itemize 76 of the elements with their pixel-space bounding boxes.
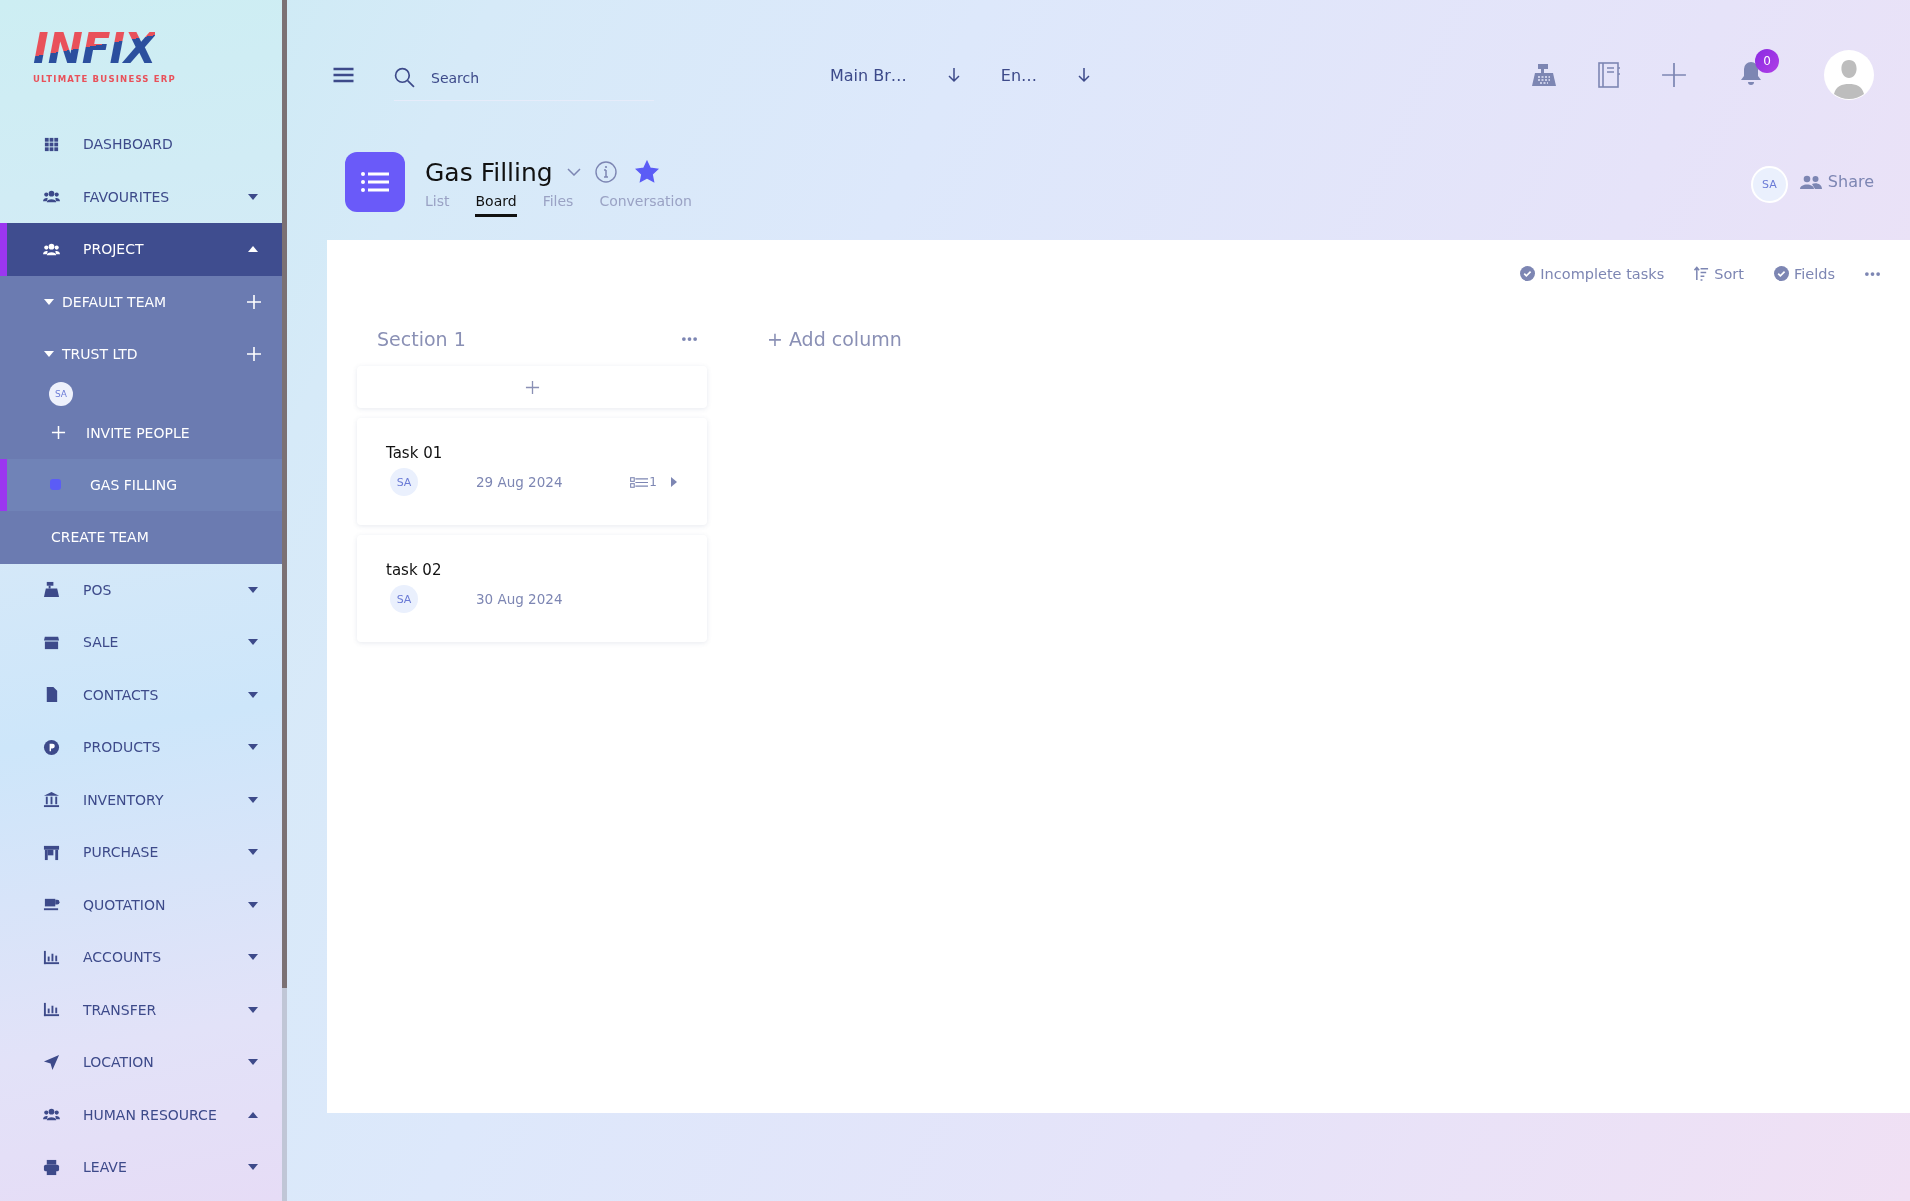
task-card[interactable]: Task 01 SA 29 Aug 2024 1 [357, 418, 707, 525]
menu-icon[interactable] [333, 67, 354, 83]
sidebar-item[interactable]: LOCATION [0, 1036, 282, 1089]
project-list-icon [345, 152, 405, 212]
member-avatar: SA [1750, 166, 1788, 203]
search-icon [394, 67, 415, 88]
member-avatar: SA [49, 381, 73, 406]
create-team-button[interactable]: CREATE TEAM [0, 511, 282, 564]
language-select[interactable]: En… [1000, 65, 1092, 85]
toolbar-button[interactable]: Fields [1773, 265, 1835, 282]
task-title: task 02 [386, 561, 443, 579]
sidebar-item[interactable]: POS [0, 563, 282, 616]
sidebar-item[interactable]: ACCOUNTS [0, 931, 282, 984]
sidebar-item[interactable]: TRANSFER [0, 983, 282, 1036]
arrow-down-icon [1077, 67, 1092, 83]
plus-icon [51, 425, 66, 440]
printer-icon [43, 1158, 60, 1176]
team-board-link[interactable]: GAS FILLING [0, 458, 282, 511]
logo-tagline: ULTIMATE BUSINESS ERP [33, 74, 176, 84]
navigation-arrow-icon [43, 1053, 60, 1071]
due-date: 29 Aug 2024 [476, 474, 563, 490]
user-avatar[interactable] [1824, 50, 1874, 100]
grid-icon [43, 135, 60, 153]
sidebar-item[interactable]: INVENTORY [0, 773, 282, 826]
bank-icon [43, 791, 60, 809]
people-icon [1799, 174, 1822, 189]
check-circle-icon [1773, 266, 1789, 281]
bell-icon[interactable] [1738, 60, 1764, 86]
notification-badge: 0 [1755, 49, 1779, 73]
sidebar-item[interactable]: DASHBOARD [0, 118, 282, 171]
toolbar-button[interactable]: Sort [1694, 265, 1744, 282]
subtask-count: 1 [649, 475, 657, 489]
task-title: Task 01 [386, 444, 444, 462]
sidebar-item[interactable]: LEAVE [0, 1141, 282, 1194]
more-icon[interactable] [682, 337, 697, 341]
cash-register-icon[interactable] [1531, 62, 1557, 88]
project-title: Gas Filling [425, 157, 553, 187]
search-field[interactable]: Search [429, 68, 613, 87]
p-circle-icon [43, 738, 60, 756]
star-icon[interactable] [634, 160, 659, 184]
more-icon[interactable] [1865, 271, 1880, 276]
bar-chart-icon [43, 1001, 60, 1019]
expand-arrow-icon[interactable] [671, 477, 677, 487]
tab[interactable]: Board [475, 193, 517, 217]
scrollbar[interactable] [282, 0, 287, 1201]
assignee-avatar: SA [390, 468, 418, 496]
cash-register-icon [43, 581, 60, 599]
team-item[interactable]: DEFAULT TEAM [44, 293, 246, 310]
notebook-icon[interactable] [1596, 62, 1622, 88]
chevron-down-icon[interactable] [566, 168, 581, 176]
column-title: Section 1 [377, 328, 466, 350]
sidebar-item[interactable]: FAVOURITES [0, 170, 282, 223]
invite-people-button[interactable]: INVITE PEOPLE [0, 406, 282, 459]
branch-select[interactable]: Main Br… [830, 65, 961, 85]
plus-icon[interactable] [1661, 62, 1687, 88]
sort-icon [1694, 266, 1710, 281]
sidebar-item[interactable]: PURCHASE [0, 826, 282, 879]
subtasks-icon [630, 476, 649, 488]
plus-icon [524, 379, 540, 395]
team-item[interactable]: TRUST LTD [44, 346, 246, 363]
shop-icon [43, 843, 60, 861]
task-card[interactable]: task 02 SA 30 Aug 2024 [357, 535, 707, 642]
sidebar-item[interactable]: HUMAN RESOURCE [0, 1088, 282, 1141]
due-date: 30 Aug 2024 [476, 591, 563, 607]
scrollbar-thumb[interactable] [282, 0, 287, 988]
info-icon[interactable] [594, 161, 617, 183]
assignee-avatar: SA [390, 585, 418, 613]
toolbar-button[interactable]: Incomplete tasks [1520, 265, 1665, 282]
arrow-down-icon [946, 67, 961, 83]
sidebar-item[interactable]: PRODUCTS [0, 721, 282, 774]
sidebar-item[interactable]: QUOTATION [0, 878, 282, 931]
sidebar-item[interactable]: CONTACTS [0, 668, 282, 721]
bar-chart-icon [43, 948, 60, 966]
sidebar-item[interactable]: PROJECT [0, 223, 282, 276]
sidebar-item[interactable]: SALE [0, 616, 282, 669]
check-circle-icon [1520, 266, 1536, 281]
